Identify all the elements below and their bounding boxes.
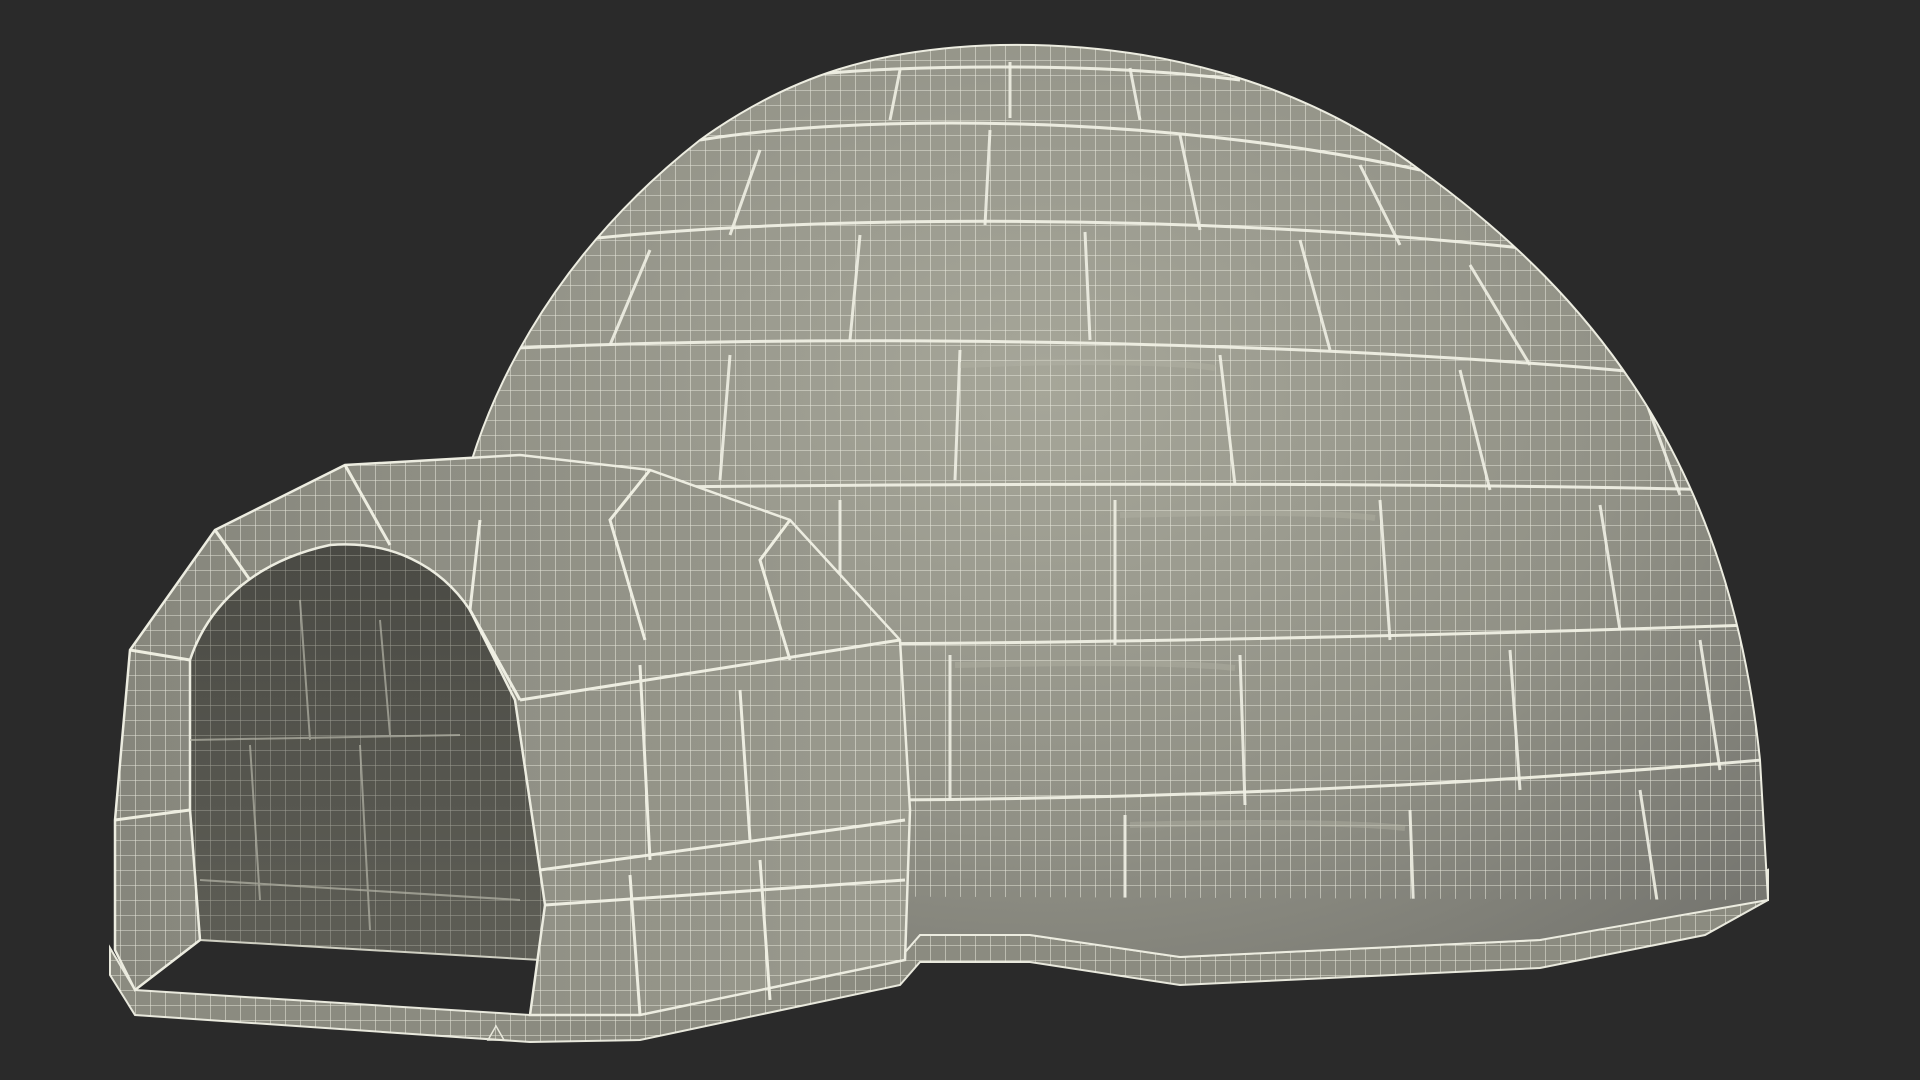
render-viewport	[0, 0, 1920, 1080]
